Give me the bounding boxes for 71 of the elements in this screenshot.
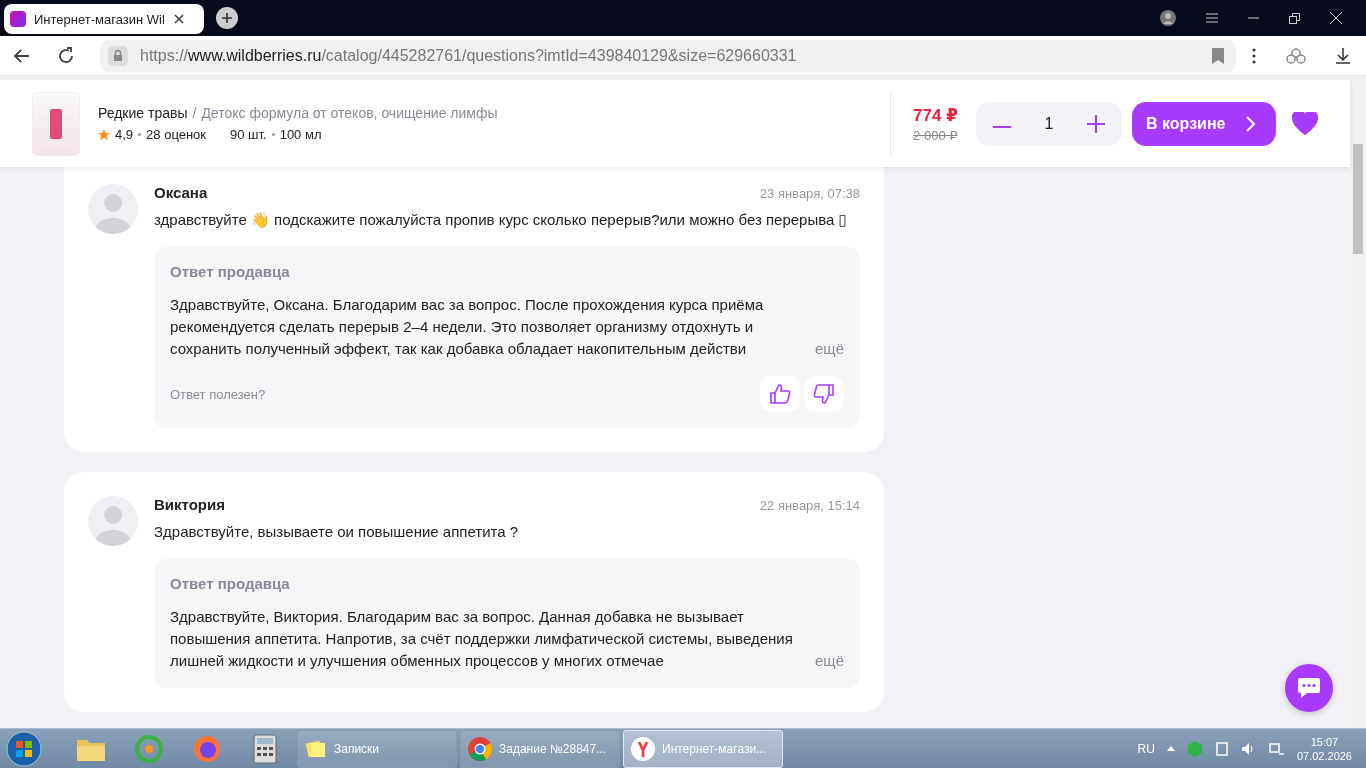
product-brand[interactable]: Редкие травы [98,105,188,121]
reload-icon[interactable] [56,45,76,66]
thumbs-up-icon [769,383,791,405]
scrollbar[interactable] [1350,76,1366,728]
taskbar-window-button[interactable]: Задание №28847... [460,729,620,768]
bookmark-icon[interactable] [1212,47,1224,64]
lock-icon [108,45,128,66]
site-favicon [10,11,26,27]
firefox-icon[interactable] [192,733,222,764]
thumbs-down-icon [813,383,835,405]
minus-icon [993,126,1011,128]
question-date: 23 января, 07:38 [759,186,860,201]
avatar-icon [88,184,138,234]
language-indicator[interactable]: RU [1137,741,1155,756]
volume: 100 мл [279,127,322,142]
author-name: Виктория [154,496,225,513]
avatar-icon [88,496,138,546]
answer-title: Ответ продавца [170,575,291,592]
quantity-value: 1 [1044,114,1054,133]
answer-title: Ответ продавца [170,263,291,280]
more-link[interactable]: ещё [814,650,844,672]
taskbar-window-button[interactable]: Интернет-магази... [623,729,783,768]
author-name: Оксана [154,184,208,201]
helpful-prompt: Ответ полезен? [170,386,266,402]
new-tab-button[interactable] [216,7,238,29]
network-icon[interactable] [1268,740,1285,757]
old-price: 2 000 ₽ [913,127,958,143]
extensions-icon[interactable] [1286,47,1306,64]
product-name: Детокс формула от отеков, очищение лимфы [201,105,498,121]
more-options-icon[interactable] [1252,47,1256,64]
url-text: https://www.wildberries.ru/catalog/445282761/questions?imtId=439840129&size=629660331 [140,46,797,65]
clock[interactable]: 15:07 07.02.2026 [1296,734,1352,763]
reviews-count[interactable]: 28 оценок [146,127,206,142]
chat-button[interactable] [1285,664,1333,712]
question-text: Здравствуйте, вызываете ои повышение аппетита ? [154,522,520,542]
restore-icon[interactable] [1289,12,1300,24]
tab-title: Интернет-магазин Wil [34,11,165,27]
title-separator: / [192,105,197,121]
in-cart-button[interactable]: В корзине [1132,101,1276,146]
question-date: 22 января, 15:14 [759,498,860,513]
close-icon[interactable] [1330,12,1342,24]
star-icon [98,128,110,141]
answer-text: Здравствуйте, Оксана. Благодарим вас за вопрос. После прохождения курса приёма рекомендуется сделать перерыв 2–4 недели. Это позволяет организму отдохнуть и сохранить полученный эффект, так как добавка обладает накопительным действи [170,295,765,359]
close-tab-icon[interactable] [172,13,185,25]
plus-button[interactable] [1086,113,1106,134]
show-hidden-icons-icon[interactable] [1166,746,1175,751]
menu-icon[interactable] [1206,13,1218,23]
start-button[interactable] [6,730,42,767]
calculator-icon[interactable] [253,733,277,764]
yandex-browser-icon [630,735,656,762]
browser-tab[interactable]: Интернет-магазин Wil [4,4,204,34]
taskbar-window-button[interactable]: Записки [297,729,457,768]
chevron-right-icon [1245,115,1256,132]
rating-value: 4,9 [115,127,134,142]
device-icon[interactable] [1214,740,1229,757]
chat-icon [1297,677,1321,699]
heart-icon[interactable] [1292,111,1318,136]
price: 774 ₽ [913,104,958,126]
profile-icon[interactable] [1160,10,1176,26]
thumbs-up-button[interactable] [760,376,800,412]
thumbs-down-button[interactable] [804,376,844,412]
plus-icon [1086,113,1106,134]
question-text: здравствуйте 👋 подскажите пожалуйста пропив курс сколько перерыв?или можно без перерыва ▯ [154,210,848,230]
chrome-icon [467,735,493,762]
plus-icon [221,12,233,24]
address-bar[interactable]: https://www.wildberries.ru/catalog/445282761/questions?imtId=439840129&size=629660331 [100,39,1236,72]
pack-size: 90 шт. [230,127,267,142]
product-image[interactable] [32,91,80,156]
answer-text: Здравствуйте, Виктория. Благодарим вас за вопрос. Данная добавка не вызывает повышения аппетита. Напротив, за счёт поддержки лимфатической системы, выведения лишней жидкости и улучшения обменных процессов у многих отмечае [170,607,794,671]
more-link[interactable]: ещё [814,338,844,360]
download-icon[interactable] [1336,47,1350,64]
